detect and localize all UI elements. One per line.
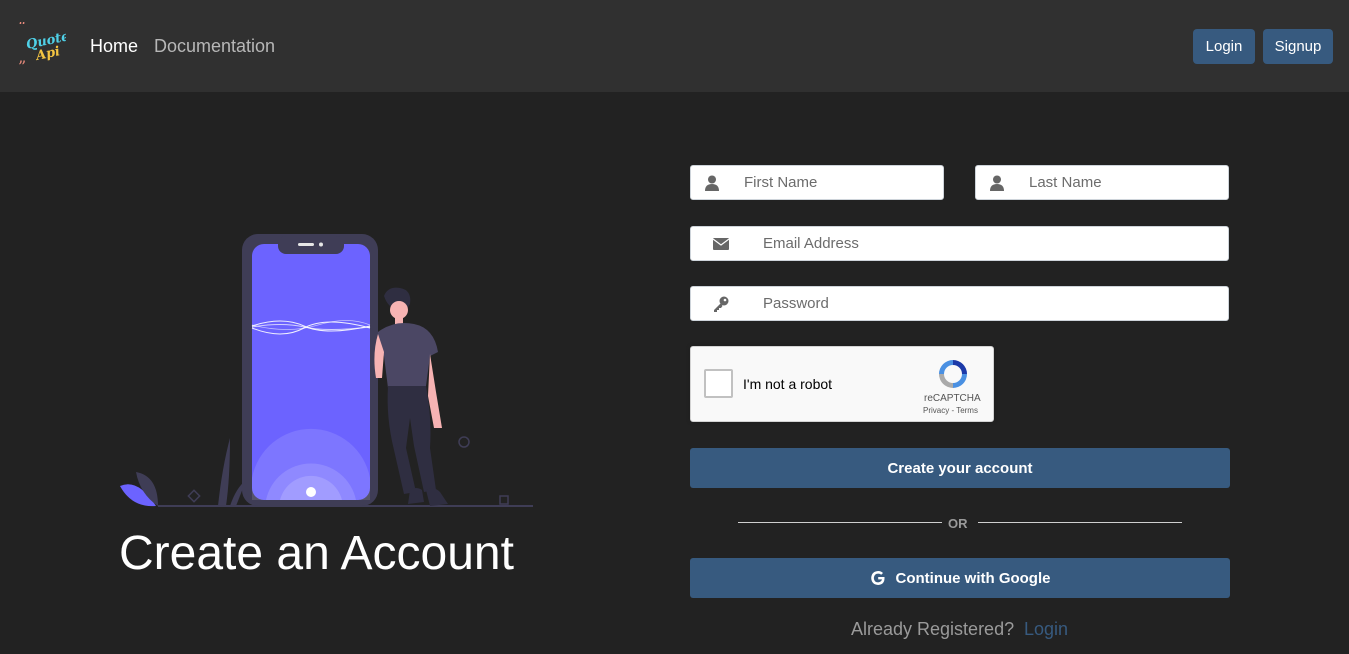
quotes-api-logo[interactable]: “ Quotes Api ” <box>16 22 66 70</box>
last-name-field[interactable] <box>975 165 1229 200</box>
login-link[interactable]: Login <box>1024 619 1068 640</box>
password-field[interactable] <box>690 286 1229 321</box>
navbar: “ Quotes Api ” Home Documentation Login … <box>0 0 1349 92</box>
nav-home-link[interactable]: Home <box>90 36 138 57</box>
svg-text:”: ” <box>18 57 26 70</box>
divider-right <box>978 522 1182 523</box>
nav-signup-button[interactable]: Signup <box>1263 29 1333 64</box>
first-name-input[interactable] <box>732 166 943 199</box>
page-title: Create an Account <box>119 527 514 580</box>
user-icon <box>691 166 732 199</box>
user-icon <box>976 166 1017 199</box>
email-field[interactable] <box>690 226 1229 261</box>
recaptcha-brand: reCAPTCHA <box>924 393 981 404</box>
recaptcha-links[interactable]: Privacy - Terms <box>923 406 978 415</box>
nav-documentation-link[interactable]: Documentation <box>154 36 275 57</box>
divider-left <box>738 522 942 523</box>
or-separator: OR <box>948 516 968 531</box>
google-icon <box>870 571 884 585</box>
continue-with-google-button[interactable]: Continue with Google <box>690 558 1230 598</box>
last-name-input[interactable] <box>1017 166 1228 199</box>
recaptcha-widget: I'm not a robot reCAPTCHA Privacy - Term… <box>690 346 994 422</box>
create-account-button[interactable]: Create your account <box>690 448 1230 488</box>
svg-text:“: “ <box>18 22 26 36</box>
recaptcha-logo-icon <box>939 360 967 388</box>
first-name-field[interactable] <box>690 165 944 200</box>
phone-person-illustration <box>120 234 533 507</box>
nav-login-button[interactable]: Login <box>1193 29 1255 64</box>
envelope-icon <box>691 227 751 260</box>
already-registered-text: Already Registered? <box>851 619 1015 639</box>
recaptcha-checkbox[interactable] <box>704 369 733 398</box>
key-icon <box>691 287 751 320</box>
email-input[interactable] <box>751 227 1228 260</box>
password-input[interactable] <box>751 287 1228 320</box>
google-button-label: Continue with Google <box>895 569 1051 587</box>
recaptcha-label: I'm not a robot <box>743 376 833 392</box>
